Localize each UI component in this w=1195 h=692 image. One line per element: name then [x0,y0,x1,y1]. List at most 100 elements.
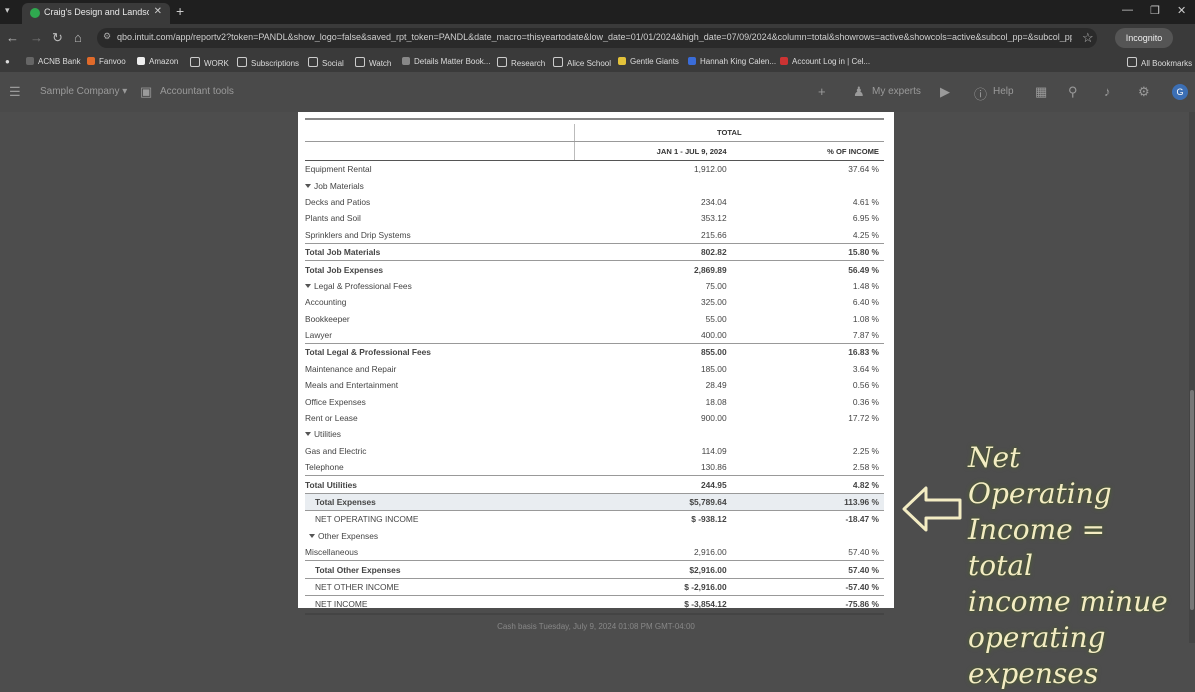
megaphone-icon[interactable]: ▶ [940,84,950,100]
search-icon[interactable]: ⚲ [1068,84,1078,100]
row-amount[interactable]: 802.82 [574,242,732,261]
bookmark-item[interactable]: Fanvoo [87,57,126,66]
forward-icon[interactable]: → [30,30,43,45]
row-pct: 1.08 % [852,313,879,324]
row-label: Plants and Soil [305,213,361,224]
menu-icon[interactable]: ☰ [9,84,21,100]
row-label: Sprinklers and Drip Systems [305,229,411,240]
bookmark-item[interactable]: Account Log in | Cel... [780,57,870,66]
row-amount[interactable]: 2,916.00 [574,544,732,561]
gear-icon[interactable]: ⚙ [1138,84,1150,100]
site-info-icon[interactable]: ⚙ [103,31,111,42]
row-amount[interactable]: 55.00 [574,311,732,327]
scrollbar-thumb[interactable] [1190,390,1194,610]
bookmark-favicon-icon [87,57,95,65]
row-amount[interactable]: $5,789.64 [574,492,732,511]
tab-title: Craig's Design and Landscapin [44,7,149,17]
bookmark-star-icon[interactable]: ☆ [1082,30,1094,46]
row-amount[interactable]: 325.00 [574,294,732,310]
col-period-header[interactable]: JAN 1 - JUL 9, 2024 [573,141,732,161]
url-input[interactable]: ⚙ qbo.intuit.com/app/reportv2?token=PAND… [97,28,1097,48]
company-selector[interactable]: Sample Company ▾ [40,86,127,97]
row-label: Miscellaneous [305,547,359,558]
avatar[interactable]: G [1172,84,1188,100]
annotation-line: Income = total [968,513,1106,582]
row-amount[interactable]: 400.00 [574,327,732,344]
row-amount[interactable]: 900.00 [574,410,732,426]
bookmark-favicon-icon [618,57,626,65]
bookmark-item[interactable]: Amazon [137,57,178,66]
row-amount[interactable]: 18.08 [574,393,732,409]
row-pct: 17.72 % [848,413,879,424]
incognito-badge[interactable]: Incognito [1115,28,1173,48]
plus-icon[interactable]: + [818,84,826,99]
table-row: Sprinklers and Drip Systems 215.66 4.25 % [305,227,884,244]
table-row: Miscellaneous 2,916.00 57.40 % [305,544,884,561]
row-amount[interactable]: 130.86 [574,459,732,476]
notifications-bell-icon[interactable]: ♪ [1104,84,1111,99]
bookmark-folder[interactable]: Watch [355,57,391,68]
col-pct-header[interactable]: % OF INCOME [731,141,884,161]
row-pct: 1.48 % [852,280,879,291]
new-tab-icon[interactable]: + [176,3,184,19]
home-icon[interactable]: ⌂ [74,30,82,45]
all-bookmarks-folder[interactable]: All Bookmarks [1127,57,1192,68]
folder-icon [497,57,507,67]
collapse-caret-icon[interactable] [305,183,311,188]
row-amount[interactable]: 28.49 [574,377,732,393]
tab-search-icon[interactable]: ▾ [5,5,10,16]
browser-tab[interactable]: Craig's Design and Landscapin ✕ [22,3,170,24]
row-amount[interactable]: 114.09 [574,443,732,459]
row-amount[interactable]: 855.00 [574,343,732,361]
row-amount[interactable]: 2,869.89 [574,260,732,278]
bookmark-item[interactable]: Details Matter Book... [402,57,490,66]
folder-icon [553,57,563,67]
collapse-caret-icon[interactable] [305,432,311,437]
row-label[interactable]: Utilities [305,426,574,442]
close-window-icon[interactable]: ✕ [1177,4,1186,17]
collapse-caret-icon[interactable] [309,533,315,538]
restore-icon[interactable]: ❐ [1150,4,1160,17]
bookmark-folder[interactable]: Research [497,57,545,68]
row-amount[interactable]: 244.95 [574,475,732,494]
row-label[interactable]: Other Expenses [305,528,574,544]
accountant-tools-button[interactable]: Accountant tools [160,86,234,97]
row-amount[interactable]: 185.00 [574,361,732,377]
bookmark-folder[interactable]: WORK [190,57,229,68]
url-text: qbo.intuit.com/app/reportv2?token=PANDL&… [117,32,1072,42]
qb-header: ☰ Sample Company ▾ ▣ Accountant tools + … [0,72,1195,112]
table-row: Utilities [305,426,884,442]
table-row: Plants and Soil 353.12 6.95 % [305,210,884,226]
table-row: Office Expenses 18.08 0.36 % [305,393,884,409]
bookmark-item[interactable]: ACNB Bank [26,57,81,66]
bookmark-folder[interactable]: Alice School [553,57,611,68]
row-label: Telephone [305,462,344,473]
bookmark-item[interactable]: Hannah King Calen... [688,57,776,66]
help-button[interactable]: Help [993,86,1014,97]
back-icon[interactable]: ← [6,30,19,45]
bookmark-folder[interactable]: Subscriptions [237,57,299,68]
row-amount[interactable]: 75.00 [574,278,732,294]
row-amount[interactable]: 215.66 [574,227,732,244]
row-label: Gas and Electric [305,445,367,456]
row-amount[interactable]: $2,916.00 [574,560,732,579]
row-amount[interactable]: 1,912.00 [574,161,732,178]
row-label[interactable]: Job Materials [305,177,574,193]
apps-grid-icon[interactable]: ▦ [1035,84,1047,100]
row-label[interactable]: Legal & Professional Fees [305,278,574,294]
report-subheader-row: JAN 1 - JUL 9, 2024 % OF INCOME [305,141,884,161]
row-amount[interactable]: $ -938.12 [574,510,732,528]
bookmark-item[interactable]: Gentle Giants [618,57,679,66]
collapse-caret-icon[interactable] [305,283,311,288]
row-amount[interactable]: $ -2,916.00 [574,577,732,596]
minimize-icon[interactable]: — [1122,4,1133,16]
my-experts-button[interactable]: My experts [872,86,921,97]
bookmark-folder[interactable]: Social [308,57,344,68]
apps-icon[interactable]: ● [5,57,10,66]
row-amount [574,528,732,544]
row-amount[interactable]: $ -3,854.12 [574,595,732,615]
row-amount[interactable]: 353.12 [574,210,732,226]
close-tab-icon[interactable]: ✕ [154,6,162,17]
reload-icon[interactable]: ↻ [52,30,63,46]
row-amount[interactable]: 234.04 [574,194,732,210]
